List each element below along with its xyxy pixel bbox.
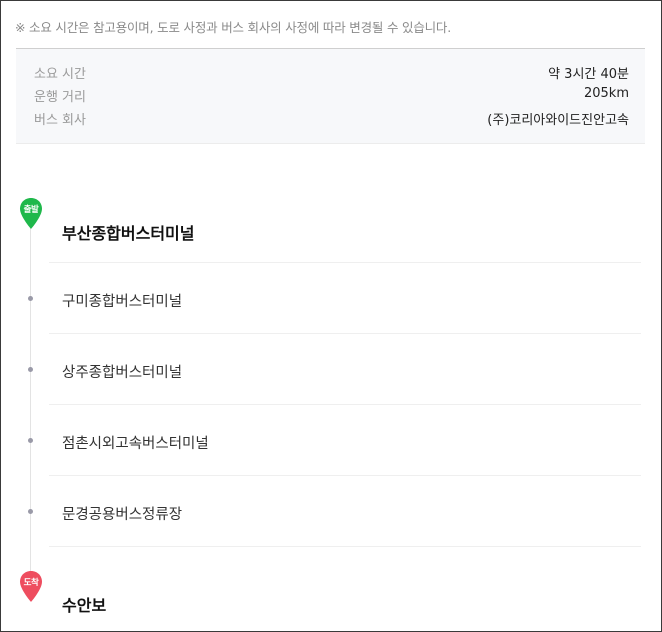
duration-notice: ※ 소요 시간은 참고용이며, 도로 사정과 버스 회사의 사정에 따라 변경될…	[15, 20, 452, 35]
divider	[49, 262, 641, 263]
arrival-pin-icon: 도착	[19, 570, 43, 604]
departure-badge: 출발	[23, 205, 39, 215]
summary-value: 205km	[583, 86, 629, 101]
divider	[49, 475, 641, 476]
summary-label: 버스 회사	[34, 113, 86, 128]
stop-dot	[28, 296, 33, 301]
stop-dot	[28, 509, 33, 514]
trip-summary-box: 소요 시간 약 3시간 40분 운행 거리 205km 버스 회사 (주)코리아…	[16, 48, 645, 144]
summary-label: 운행 거리	[34, 90, 86, 105]
stop-name[interactable]: 문경공용버스정류장	[62, 503, 182, 524]
stop-name[interactable]: 구미종합버스터미널	[62, 290, 182, 311]
divider	[49, 333, 641, 334]
route-line	[30, 213, 31, 583]
summary-label: 소요 시간	[34, 67, 86, 82]
departure-terminal[interactable]: 부산종합버스터미널	[62, 220, 194, 244]
stop-name[interactable]: 점촌시외고속버스터미널	[62, 432, 209, 453]
summary-row-duration: 소요 시간 약 3시간 40분	[34, 63, 629, 85]
summary-value: (주)코리아와이드진안고속	[487, 113, 629, 128]
arrival-badge: 도착	[23, 578, 39, 588]
divider	[49, 404, 641, 405]
divider	[49, 546, 641, 547]
stop-name[interactable]: 상주종합버스터미널	[62, 361, 182, 382]
arrival-terminal[interactable]: 수안보	[62, 592, 106, 616]
route-detail-panel: ※ 소요 시간은 참고용이며, 도로 사정과 버스 회사의 사정에 따라 변경될…	[0, 0, 662, 632]
summary-row-bus-company: 버스 회사 (주)코리아와이드진안고속	[34, 109, 629, 131]
route-timeline: 출발 부산종합버스터미널 구미종합버스터미널 상주종합버스터미널 점촌시외고속버…	[1, 143, 661, 631]
departure-pin-icon: 출발	[19, 197, 43, 231]
stop-dot	[28, 438, 33, 443]
stop-dot	[28, 367, 33, 372]
summary-row-distance: 운행 거리 205km	[34, 86, 629, 108]
summary-value: 약 3시간 40분	[548, 67, 629, 82]
